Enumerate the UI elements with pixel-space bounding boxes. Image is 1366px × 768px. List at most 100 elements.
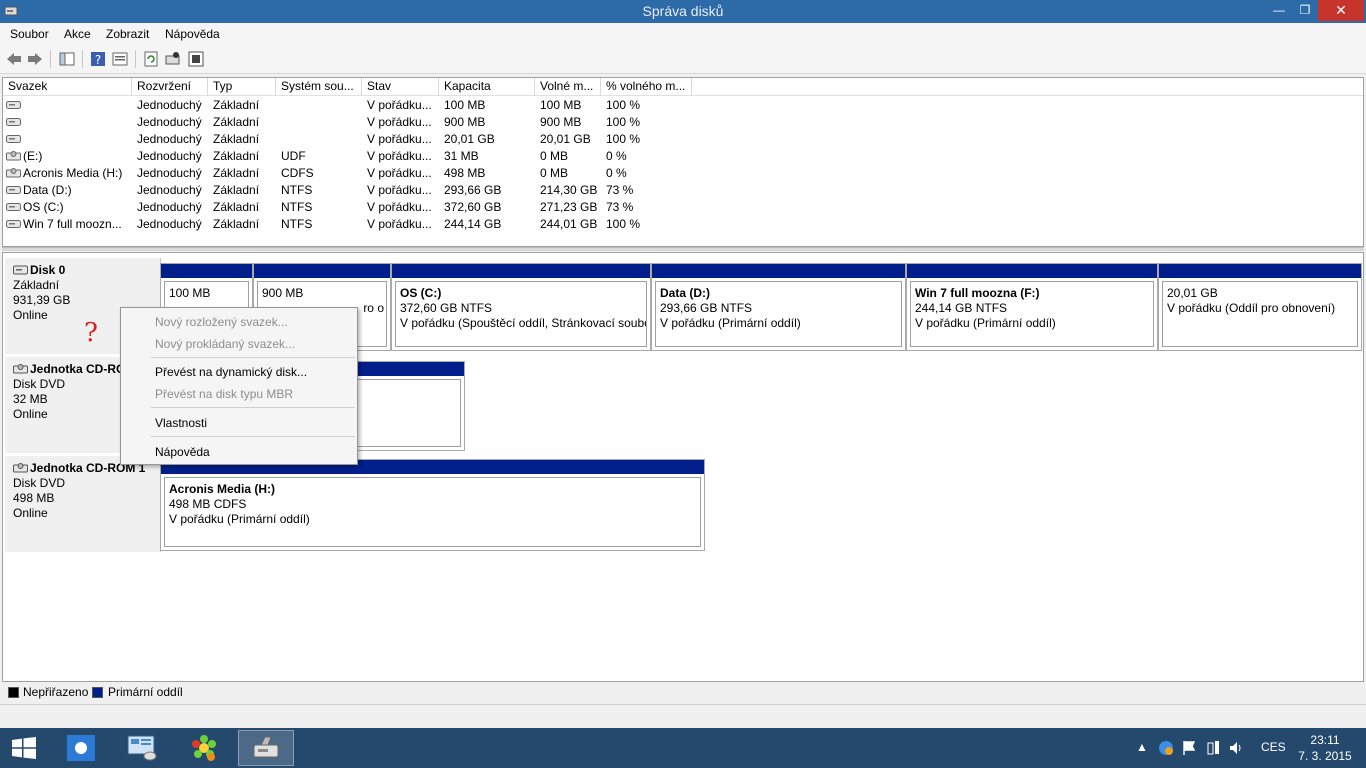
- menu-item-properties[interactable]: Vlastnosti: [155, 416, 207, 430]
- close-button[interactable]: ✕: [1318, 0, 1364, 21]
- volume-icon: [6, 118, 21, 126]
- volume-capacity: 900 MB: [444, 115, 486, 129]
- menu-item-new-striped-volume[interactable]: Nový prokládaný svazek...: [155, 337, 295, 351]
- column-header-type[interactable]: Typ: [208, 78, 276, 96]
- volume-layout: Jednoduchý: [137, 98, 202, 112]
- partition-size: 244,14 GB NTFS: [915, 301, 1008, 315]
- refresh-icon[interactable]: [142, 50, 160, 68]
- disk-settings-icon[interactable]: [164, 50, 182, 68]
- column-header-percent-free[interactable]: % volného m...: [601, 78, 692, 96]
- volume-percent-free: 100 %: [606, 217, 641, 231]
- partition-data-d[interactable]: Data (D:) 293,66 GB NTFS V pořádku (Prim…: [651, 263, 906, 351]
- icq-icon: [192, 735, 216, 761]
- help-icon[interactable]: ?: [89, 50, 107, 68]
- column-header-capacity[interactable]: Kapacita: [439, 78, 535, 96]
- volume-row[interactable]: (E:) Jednoduchý Základní UDF V pořádku... 31 …: [3, 148, 1363, 165]
- partition-win7-f[interactable]: Win 7 full moozna (F:) 244,14 GB NTFS V …: [906, 263, 1158, 351]
- column-header-free-space[interactable]: Volné m...: [535, 78, 601, 96]
- title-bar[interactable]: Správa disků — ❐ ✕: [0, 0, 1366, 23]
- partition-status: V pořádku (Spouštěcí oddíl, Stránkovací …: [400, 316, 647, 330]
- volume-list[interactable]: Svazek Rozvržení Typ Systém sou... Stav …: [2, 77, 1364, 247]
- volume-type: Základní: [213, 132, 260, 146]
- taskbar-control-panel[interactable]: [114, 730, 170, 766]
- partition-status: V pořádku (Primární oddíl): [660, 316, 801, 330]
- menu-help[interactable]: Nápověda: [165, 27, 220, 41]
- volume-row[interactable]: Jednoduchý Základní V pořádku... 900 MB 900 …: [3, 114, 1363, 131]
- volume-row[interactable]: OS (C:) Jednoduchý Základní NTFS V pořádku..…: [3, 199, 1363, 216]
- volume-name: Data (D:): [23, 183, 72, 197]
- column-header-status[interactable]: Stav: [362, 78, 439, 96]
- volume-capacity: 244,14 GB: [444, 217, 502, 231]
- cdrom-1-info[interactable]: Jednotka CD-ROM 1 Disk DVD 498 MB Online: [5, 456, 161, 552]
- properties-icon[interactable]: [111, 50, 129, 68]
- forward-icon[interactable]: [26, 50, 44, 68]
- menu-item-help[interactable]: Nápověda: [155, 445, 210, 459]
- volume-percent-free: 0 %: [606, 166, 627, 180]
- legend-swatch-primary: [92, 687, 103, 698]
- taskbar-icq[interactable]: [176, 730, 232, 766]
- volume-row[interactable]: Jednoduchý Základní V pořádku... 100 MB 100 …: [3, 97, 1363, 114]
- volume-status: V pořádku...: [367, 115, 432, 129]
- action-center-flag-icon[interactable]: [1182, 740, 1196, 756]
- windows-start-icon[interactable]: [10, 737, 38, 759]
- volume-capacity: 31 MB: [444, 149, 479, 163]
- volume-capacity: 293,66 GB: [444, 183, 502, 197]
- volume-row[interactable]: Data (D:) Jednoduchý Základní NTFS V pořádku…: [3, 182, 1363, 199]
- menu-view[interactable]: Zobrazit: [106, 27, 149, 41]
- menu-separator: [151, 357, 355, 358]
- export-icon[interactable]: [187, 50, 205, 68]
- volume-percent-free: 100 %: [606, 98, 641, 112]
- column-header-filesystem[interactable]: Systém sou...: [276, 78, 362, 96]
- show-hidden-icons[interactable]: ▲: [1136, 740, 1148, 754]
- taskbar: ▲ CES 23:11 7. 3. 2015: [0, 728, 1366, 768]
- maximize-button[interactable]: ❐: [1290, 0, 1320, 21]
- partition-recovery[interactable]: 20,01 GB V pořádku (Oddíl pro obnovení): [1158, 263, 1362, 351]
- legend: Nepřiřazeno Primární oddíl: [2, 684, 1364, 702]
- menu-file[interactable]: Soubor: [10, 27, 49, 41]
- volume-status: V pořádku...: [367, 183, 432, 197]
- primary-partition-bar: [1159, 264, 1361, 278]
- back-icon[interactable]: [5, 50, 23, 68]
- clock-time: 23:11: [1310, 733, 1340, 747]
- question-mark-annotation: ?: [84, 318, 98, 348]
- volume-icon: [6, 203, 21, 211]
- cdrom-icon: [6, 168, 21, 178]
- system-clock[interactable]: 23:11 7. 3. 2015: [1290, 732, 1360, 764]
- cdrom-icon: [13, 364, 28, 374]
- volume-type: Základní: [213, 115, 260, 129]
- battery-icon[interactable]: [1206, 740, 1220, 756]
- menu-item-convert-to-dynamic[interactable]: Převést na dynamický disk...: [155, 365, 307, 379]
- volume-capacity: 100 MB: [444, 98, 486, 112]
- primary-partition-bar: [392, 264, 650, 278]
- menu-bar: Soubor Akce Zobrazit Nápověda: [0, 23, 1366, 44]
- partition-name: Win 7 full moozna (F:): [915, 286, 1040, 300]
- menu-item-new-spanned-volume[interactable]: Nový rozložený svazek...: [155, 315, 288, 329]
- volume-capacity: 20,01 GB: [444, 132, 495, 146]
- pane-splitter[interactable]: [2, 247, 1364, 251]
- volume-row[interactable]: Acronis Media (H:) Jednoduchý Základní CDFS…: [3, 165, 1363, 182]
- taskbar-disk-management[interactable]: [238, 730, 294, 766]
- taskbar-weather-app[interactable]: [53, 730, 109, 766]
- volume-percent-free: 73 %: [606, 200, 634, 214]
- volume-status: V pořádku...: [367, 166, 432, 180]
- speaker-icon[interactable]: [1228, 740, 1244, 756]
- primary-partition-bar: [652, 264, 905, 278]
- partition-os-c[interactable]: OS (C:) 372,60 GB NTFS V pořádku (Spoušt…: [391, 263, 651, 351]
- console-tree-icon[interactable]: [58, 50, 76, 68]
- volume-layout: Jednoduchý: [137, 115, 202, 129]
- volume-layout: Jednoduchý: [137, 149, 202, 163]
- menu-action[interactable]: Akce: [64, 27, 91, 41]
- volume-type: Základní: [213, 166, 260, 180]
- column-header-layout[interactable]: Rozvržení: [132, 78, 208, 96]
- menu-item-convert-to-mbr[interactable]: Převést na disk typu MBR: [155, 387, 293, 401]
- column-header-volume[interactable]: Svazek: [3, 78, 132, 96]
- input-language[interactable]: CES: [1261, 740, 1286, 754]
- disk-0-size: 931,39 GB: [13, 293, 71, 307]
- disk-0-name: Disk 0: [30, 263, 66, 277]
- partition-acronis-h[interactable]: Acronis Media (H:) 498 MB CDFS V pořádku…: [160, 459, 705, 551]
- volume-row[interactable]: Win 7 full moozn... Jednoduchý Základní NTF…: [3, 216, 1363, 233]
- browser-tray-icon[interactable]: [1158, 740, 1174, 756]
- partition-name: Data (D:): [660, 286, 710, 300]
- window-title: Správa disků: [642, 3, 724, 19]
- volume-row[interactable]: Jednoduchý Základní V pořádku... 20,01 GB 20…: [3, 131, 1363, 148]
